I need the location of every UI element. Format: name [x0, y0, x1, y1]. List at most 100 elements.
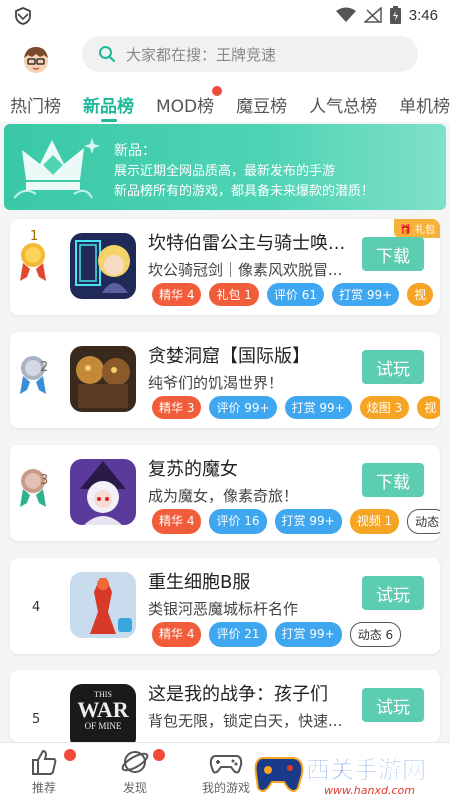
crown-icon	[14, 138, 100, 199]
notification-dot	[212, 86, 223, 96]
planet-icon	[121, 751, 149, 773]
tag-badge[interactable]: 精华 3	[152, 396, 202, 419]
watermark-logo: 西关手游网 www.hanxd.com	[254, 756, 426, 797]
tag-badge[interactable]: 打赏 99+	[274, 509, 342, 534]
game-description: 成为魔女，像素奇旅！	[148, 487, 299, 505]
tab-mod[interactable]: MOD榜	[156, 84, 223, 122]
tag-list: 精华 4 评价 21 打赏 99+ 动态 6	[152, 622, 440, 647]
game-icon[interactable]	[70, 346, 136, 412]
tab-label: 单机榜	[399, 97, 450, 117]
avatar[interactable]	[20, 44, 52, 76]
wifi-icon	[335, 7, 356, 22]
tag-badge[interactable]: 礼包 1	[209, 283, 259, 306]
game-name: 贪婪洞窟【国际版】	[148, 346, 310, 367]
banner-line: 展示近期全网品质高，最新发布的手游	[114, 164, 336, 179]
nav-label: 发现	[122, 781, 147, 795]
tag-badge[interactable]: 打赏 99+	[274, 622, 342, 647]
game-card[interactable]: 2 贪婪洞窟【国际版】 纯爷们的饥渴世界！ 精华 3 评价 99+ 打赏 99+…	[10, 332, 440, 428]
tag-list: 精华 4 评价 16 打赏 99+ 视频 1 动态	[152, 509, 440, 534]
search-row: 大家都在搜：王牌竞速	[0, 32, 450, 84]
tab-label: 魔豆榜	[236, 97, 288, 117]
gift-badge: 🎁 礼包	[394, 219, 440, 238]
svg-text:西关手游网: 西关手游网	[306, 756, 426, 784]
rank-number: 3	[40, 473, 49, 488]
tag-badge[interactable]: 视	[417, 396, 440, 419]
game-name: 这是我的战争：孩子们	[148, 684, 328, 705]
game-card[interactable]: 1 坎特伯雷公主与骑士唤... 坎公骑冠剑｜像素风欢脱冒... 精华 4 礼包 …	[10, 219, 440, 315]
tab-single[interactable]: 单机榜	[399, 84, 450, 122]
tag-badge[interactable]: 视	[407, 283, 434, 306]
rank-number: 5	[32, 712, 41, 727]
tag-badge[interactable]: 评价 16	[209, 509, 267, 534]
search-placeholder: 大家都在搜：王牌竞速	[126, 45, 277, 64]
new-games-banner: 新品： 展示近期全网品质高，最新发布的手游 新品榜所有的游戏，都具备未来爆款的潜…	[4, 124, 446, 210]
rank-number: 4	[32, 600, 41, 615]
tab-label: MOD榜	[156, 97, 215, 117]
nav-recommend[interactable]: 推荐	[4, 747, 84, 796]
tag-badge[interactable]: 打赏 99+	[284, 396, 352, 419]
gold-medal-icon	[20, 243, 46, 281]
notification-dot	[153, 749, 165, 761]
download-button[interactable]: 下载	[362, 237, 424, 271]
gamepad-icon	[209, 755, 243, 774]
game-card[interactable]: 5 THIS WAR OF MINE 这是我的战争：孩子们 背包无限，锁定白天，…	[10, 670, 440, 742]
trial-button[interactable]: 试玩	[362, 350, 424, 384]
shield-icon	[15, 7, 31, 25]
category-tabs: 热门榜 新品榜 MOD榜 魔豆榜 人气总榜 单机榜	[0, 84, 450, 122]
notification-dot	[64, 749, 76, 761]
banner-line: 新品榜所有的游戏，都具备未来爆款的潜质！	[114, 184, 375, 199]
game-name: 复苏的魔女	[148, 459, 238, 480]
banner-title: 新品：	[114, 143, 156, 159]
search-icon	[99, 46, 116, 63]
tag-list: 精华 4 礼包 1 评价 61 打赏 99+ 视	[152, 283, 440, 306]
tab-popular[interactable]: 人气总榜	[309, 84, 377, 122]
tag-badge[interactable]: 精华 4	[152, 509, 202, 534]
no-signal-icon	[363, 7, 382, 23]
game-description: 纯爷们的饥渴世界！	[148, 374, 284, 392]
gift-label: 礼包	[415, 225, 435, 236]
tab-hot[interactable]: 热门榜	[10, 84, 61, 122]
game-description: 背包无限，锁定白天，快速...	[148, 712, 343, 730]
nav-label: 推荐	[31, 781, 56, 795]
tag-badge[interactable]: 打赏 99+	[332, 283, 400, 306]
game-icon[interactable]	[70, 572, 136, 638]
tag-badge[interactable]: 评价 61	[266, 283, 324, 306]
rank-number: 2	[40, 360, 49, 375]
icon-text: OF MINE	[84, 721, 122, 731]
trial-button[interactable]: 试玩	[362, 576, 424, 610]
tag-badge[interactable]: 评价 21	[209, 622, 267, 647]
tag-list: 精华 3 评价 99+ 打赏 99+ 炫图 3 视	[152, 396, 440, 419]
game-icon[interactable]	[70, 233, 136, 299]
game-icon[interactable]	[70, 459, 136, 525]
trial-button[interactable]: 试玩	[362, 688, 424, 722]
tab-new[interactable]: 新品榜	[83, 84, 134, 122]
tag-badge[interactable]: 炫图 3	[359, 396, 410, 419]
tab-label: 新品榜	[83, 97, 134, 117]
tag-badge[interactable]: 动态	[407, 509, 440, 534]
nav-discover[interactable]: 发现	[95, 747, 175, 796]
battery-charging-icon	[389, 6, 401, 24]
svg-text:www.hanxd.com: www.hanxd.com	[324, 784, 415, 797]
icon-text: WAR	[77, 697, 129, 722]
banner-description: 展示近期全网品质高，最新发布的手游 新品榜所有的游戏，都具备未来爆款的潜质！	[114, 162, 434, 202]
tag-badge[interactable]: 视频 1	[349, 509, 400, 534]
tag-badge[interactable]: 动态 6	[349, 622, 402, 647]
game-name: 重生细胞B服	[148, 572, 251, 593]
clock: 3:46	[408, 6, 438, 24]
game-description: 类银河恶魔城标杆名作	[148, 600, 299, 618]
search-input[interactable]: 大家都在搜：王牌竞速	[82, 36, 418, 72]
tab-label: 热门榜	[10, 97, 61, 117]
rank-number: 1	[30, 229, 39, 244]
game-description: 坎公骑冠剑｜像素风欢脱冒...	[148, 261, 343, 279]
nav-label: 我的游戏	[201, 781, 250, 795]
tag-badge[interactable]: 精华 4	[152, 283, 202, 306]
game-icon[interactable]: THIS WAR OF MINE	[70, 684, 136, 742]
status-bar: 3:46	[0, 0, 450, 32]
download-button[interactable]: 下载	[362, 463, 424, 497]
tag-badge[interactable]: 精华 4	[152, 622, 202, 647]
tab-modou[interactable]: 魔豆榜	[236, 84, 287, 122]
game-card[interactable]: 3 复苏的魔女 成为魔女，像素奇旅！ 精华 4 评价 16 打赏 99+ 视频 …	[10, 445, 440, 541]
thumbs-up-icon	[32, 749, 57, 775]
tag-badge[interactable]: 评价 99+	[209, 396, 277, 419]
game-card[interactable]: 4 重生细胞B服 类银河恶魔城标杆名作 精华 4 评价 21 打赏 99+ 动态…	[10, 558, 440, 654]
